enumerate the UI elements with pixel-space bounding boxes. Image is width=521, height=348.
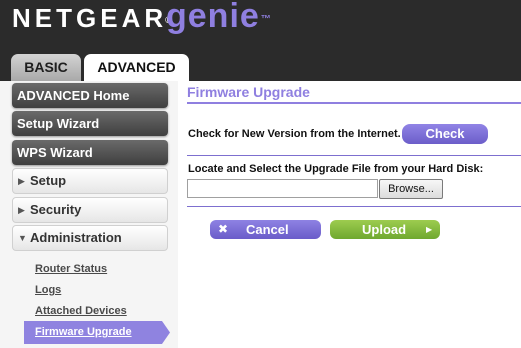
cancel-label: Cancel: [246, 222, 289, 237]
page-title: Firmware Upgrade: [187, 84, 310, 100]
sidebar-subitem-firmware-upgrade[interactable]: Firmware Upgrade: [24, 321, 170, 344]
close-icon: ✖: [218, 222, 229, 236]
sidebar-subitem-attached-devices[interactable]: Attached Devices: [35, 305, 127, 317]
check-label: Check for New Version from the Internet.: [188, 128, 401, 140]
play-arrow-icon: ▶: [426, 225, 433, 234]
sidebar-section-administration[interactable]: ▼ Administration: [12, 225, 168, 251]
sidebar-item-advanced-home[interactable]: ADVANCED Home: [12, 83, 168, 108]
triangle-down-icon: ▼: [18, 233, 27, 243]
triangle-right-icon: ▶: [18, 205, 25, 215]
triangle-right-icon: ▶: [18, 176, 25, 186]
sidebar-item-wps-wizard[interactable]: WPS Wizard: [12, 140, 168, 165]
sidebar-section-setup[interactable]: ▶ Setup: [12, 168, 168, 194]
tab-basic[interactable]: BASIC: [11, 54, 81, 81]
cancel-button[interactable]: ✖ Cancel: [210, 220, 321, 239]
section-divider: [187, 206, 521, 207]
section-divider: [187, 155, 521, 156]
tab-advanced[interactable]: ADVANCED: [84, 54, 189, 81]
sidebar-subitem-label: Firmware Upgrade: [35, 326, 132, 338]
sidebar-subitem-router-status[interactable]: Router Status: [35, 263, 107, 275]
check-button[interactable]: Check: [402, 124, 488, 144]
sidebar-item-setup-wizard[interactable]: Setup Wizard: [12, 111, 168, 136]
genie-logo: genie™: [166, 0, 271, 35]
upload-label: Upload: [362, 222, 407, 237]
browse-button[interactable]: Browse...: [379, 179, 443, 199]
sidebar-section-label: Security: [30, 202, 82, 217]
netgear-logo: NETGEAR®: [12, 3, 172, 33]
locate-label: Locate and Select the Upgrade File from …: [188, 163, 484, 175]
sidebar-subitem-logs[interactable]: Logs: [35, 284, 61, 296]
title-divider: [187, 102, 521, 104]
upload-button[interactable]: Upload ▶: [330, 220, 440, 239]
sidebar-section-label: Setup: [30, 173, 67, 188]
file-path-input[interactable]: [187, 179, 378, 198]
sidebar-section-security[interactable]: ▶ Security: [12, 197, 168, 223]
sidebar-section-label: Administration: [30, 230, 122, 245]
